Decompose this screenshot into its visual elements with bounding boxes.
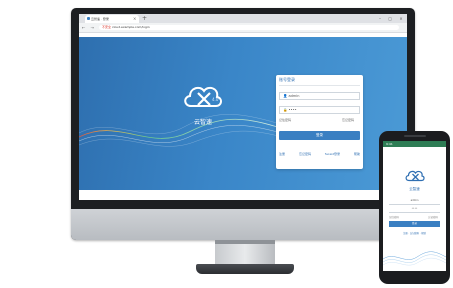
url-bar[interactable]: 不安全 cloud.example.com/login xyxy=(99,25,399,30)
password-input[interactable]: 🔒 •••• xyxy=(279,106,360,114)
browser-tab[interactable]: 云智速 · 登录 × xyxy=(85,15,139,23)
phone-remember-checkbox[interactable]: 记住密码 xyxy=(389,215,399,219)
phone-username-input[interactable]: admin xyxy=(389,199,440,205)
tab-title: 云智速 · 登录 xyxy=(91,17,109,21)
close-tab-icon[interactable]: × xyxy=(133,15,136,23)
phone-screen: 9:41 云智速 admin •••• 记住密码 忘记密码 登录 注册 · 忘记… xyxy=(383,141,446,271)
new-tab-button[interactable]: + xyxy=(142,14,147,23)
username-input[interactable]: 👤 admin xyxy=(279,92,360,100)
user-icon: 👤 xyxy=(283,94,288,98)
forgot-password-link[interactable]: 忘记密码 xyxy=(342,118,354,122)
security-warning: 不安全 xyxy=(102,25,112,29)
phone-decorative-waves xyxy=(383,251,446,266)
card-links: 注册 忘记密码 faceid登录 帮助 xyxy=(279,152,360,156)
username-value: admin xyxy=(288,94,300,98)
phone-speaker xyxy=(404,135,426,137)
phone-forgot-link[interactable]: 忘记密码 xyxy=(428,215,438,219)
phone-cloud-logo-icon xyxy=(405,170,425,182)
logo-version-badge: 4.0 xyxy=(212,97,219,102)
url-text: cloud.example.com/login xyxy=(111,25,150,29)
browser-tab-bar: 云智速 · 登录 × + – ▢ × xyxy=(79,14,407,23)
browser-toolbar: ← → ↻ 不安全 cloud.example.com/login xyxy=(79,23,407,33)
password-value: •••• xyxy=(288,108,297,112)
monitor-screen: 云智速 · 登录 × + – ▢ × ← → ↻ 不安全 cloud.examp… xyxy=(79,14,407,200)
phone-status-bar: 9:41 xyxy=(383,141,446,147)
monitor-chin xyxy=(71,209,415,240)
cloud-logo-icon xyxy=(184,86,222,107)
link-help[interactable]: 帮助 xyxy=(354,152,360,156)
brand-name: 云智速 xyxy=(193,119,212,126)
favicon-icon xyxy=(87,17,90,20)
link-forgot[interactable]: 忘记密码 xyxy=(299,152,311,156)
divider xyxy=(279,85,360,86)
phone-clock: 9:41 xyxy=(386,142,393,146)
remember-checkbox[interactable]: 记住密码 xyxy=(279,118,291,122)
login-card-title: 账号登录 xyxy=(279,77,295,82)
phone-brand-name: 云智速 xyxy=(409,187,420,191)
login-card: 账号登录 👤 admin 🔒 •••• 记住密码 忘记密码 登录 注册 忘记密码… xyxy=(276,75,363,169)
lock-icon: 🔒 xyxy=(283,108,288,112)
phone-password-input[interactable]: •••• xyxy=(389,207,440,213)
link-register[interactable]: 注册 xyxy=(279,152,285,156)
monitor-stand-shadow xyxy=(215,240,275,244)
phone-links[interactable]: 注册 · 忘记密码 · 帮助 xyxy=(389,231,440,235)
window-controls[interactable]: – ▢ × xyxy=(379,14,406,23)
login-button[interactable]: 登录 xyxy=(279,131,360,140)
link-faceid[interactable]: faceid登录 xyxy=(325,152,340,156)
monitor-stand-base xyxy=(196,264,294,274)
phone-login-button[interactable]: 登录 xyxy=(389,221,440,227)
